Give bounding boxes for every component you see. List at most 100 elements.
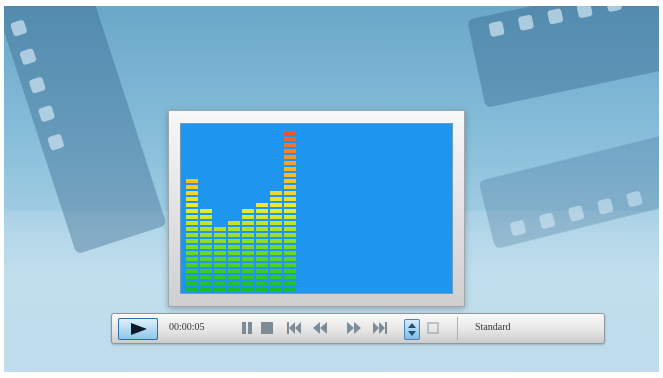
- visualizer-segment: [242, 215, 254, 219]
- visualizer-bar: [200, 209, 212, 291]
- visualizer-segment: [228, 239, 240, 243]
- visualizer-segment: [284, 221, 296, 225]
- visualizer-segment: [270, 257, 282, 261]
- visualizer-segment: [186, 215, 198, 219]
- visualizer-segment: [284, 167, 296, 171]
- stop-button[interactable]: [260, 321, 274, 335]
- pause-button[interactable]: [240, 321, 254, 335]
- previous-button[interactable]: [286, 321, 301, 335]
- visualizer-segment: [284, 131, 296, 135]
- visualizer-bar: [186, 179, 198, 291]
- visualizer-segment: [270, 221, 282, 225]
- visualizer-segment: [242, 281, 254, 285]
- visualizer-segment: [284, 239, 296, 243]
- visualizer-segment: [284, 209, 296, 213]
- play-icon: [131, 323, 147, 335]
- visualizer-segment: [214, 281, 226, 285]
- next-button[interactable]: [372, 321, 387, 335]
- stop-icon: [261, 322, 273, 334]
- visualizer-segment: [284, 257, 296, 261]
- visualizer-segment: [200, 209, 212, 213]
- video-frame: [168, 110, 465, 307]
- fast-forward-button[interactable]: [346, 321, 361, 335]
- visualizer-segment: [242, 245, 254, 249]
- visualizer-segment: [186, 209, 198, 213]
- visualizer-segment: [228, 251, 240, 255]
- visualizer-segment: [256, 251, 268, 255]
- visualizer-segment: [270, 281, 282, 285]
- visualizer-segment: [270, 203, 282, 207]
- volume-button[interactable]: [404, 319, 420, 340]
- visualizer-segment: [186, 287, 198, 291]
- visualizer-segment: [214, 233, 226, 237]
- visualizer-segment: [242, 287, 254, 291]
- visualizer-bar: [256, 203, 268, 291]
- visualizer-segment: [242, 227, 254, 231]
- visualizer-segment: [228, 233, 240, 237]
- visualizer-segment: [256, 215, 268, 219]
- visualizer-segment: [284, 191, 296, 195]
- visualizer-segment: [200, 257, 212, 261]
- visualizer-segment: [284, 155, 296, 159]
- visualizer-segment: [242, 251, 254, 255]
- film-strip-right: [467, 6, 659, 108]
- visualizer-segment: [200, 221, 212, 225]
- visualizer-segment: [256, 239, 268, 243]
- visualizer-segment: [186, 269, 198, 273]
- visualizer-segment: [214, 263, 226, 267]
- visualizer-segment: [284, 161, 296, 165]
- visualizer-segment: [200, 239, 212, 243]
- visualizer-segment: [270, 287, 282, 291]
- visualizer-segment: [256, 203, 268, 207]
- visualizer-segment: [186, 197, 198, 201]
- visualizer-segment: [256, 263, 268, 267]
- visualizer-segment: [228, 227, 240, 231]
- spectrum-visualizer: [186, 131, 296, 291]
- visualizer-segment: [214, 287, 226, 291]
- visualizer-segment: [270, 191, 282, 195]
- visualizer-segment: [242, 257, 254, 261]
- visualizer-segment: [256, 227, 268, 231]
- visualizer-segment: [270, 227, 282, 231]
- visualizer-segment: [228, 245, 240, 249]
- visualizer-segment: [186, 275, 198, 279]
- visualizer-segment: [200, 251, 212, 255]
- visualizer-segment: [270, 239, 282, 243]
- rewind-button[interactable]: [312, 321, 327, 335]
- visualizer-segment: [200, 245, 212, 249]
- visualizer-segment: [270, 215, 282, 219]
- visualizer-segment: [214, 269, 226, 273]
- visualizer-segment: [256, 245, 268, 249]
- visualizer-segment: [186, 233, 198, 237]
- visualizer-segment: [284, 287, 296, 291]
- visualizer-segment: [284, 227, 296, 231]
- visualizer-segment: [186, 239, 198, 243]
- display-mode-label[interactable]: Standard: [475, 322, 511, 333]
- visualizer-segment: [200, 269, 212, 273]
- visualizer-bar: [270, 191, 282, 291]
- visualizer-segment: [242, 263, 254, 267]
- visualizer-segment: [284, 251, 296, 255]
- skip-back-icon: [287, 322, 301, 334]
- visualizer-segment: [284, 233, 296, 237]
- visualizer-segment: [186, 203, 198, 207]
- visualizer-segment: [270, 275, 282, 279]
- volume-updown-icon: [408, 323, 416, 336]
- skip-forward-icon: [373, 322, 387, 334]
- visualizer-segment: [270, 197, 282, 201]
- visualizer-segment: [242, 233, 254, 237]
- visualizer-segment: [284, 179, 296, 183]
- fullscreen-button[interactable]: [426, 321, 440, 335]
- visualizer-segment: [186, 281, 198, 285]
- video-screen[interactable]: [180, 123, 453, 294]
- play-button[interactable]: [118, 318, 158, 340]
- visualizer-segment: [200, 227, 212, 231]
- visualizer-segment: [256, 287, 268, 291]
- visualizer-segment: [228, 281, 240, 285]
- visualizer-segment: [214, 239, 226, 243]
- visualizer-segment: [186, 185, 198, 189]
- visualizer-segment: [242, 239, 254, 243]
- visualizer-segment: [284, 281, 296, 285]
- visualizer-segment: [270, 269, 282, 273]
- visualizer-segment: [284, 197, 296, 201]
